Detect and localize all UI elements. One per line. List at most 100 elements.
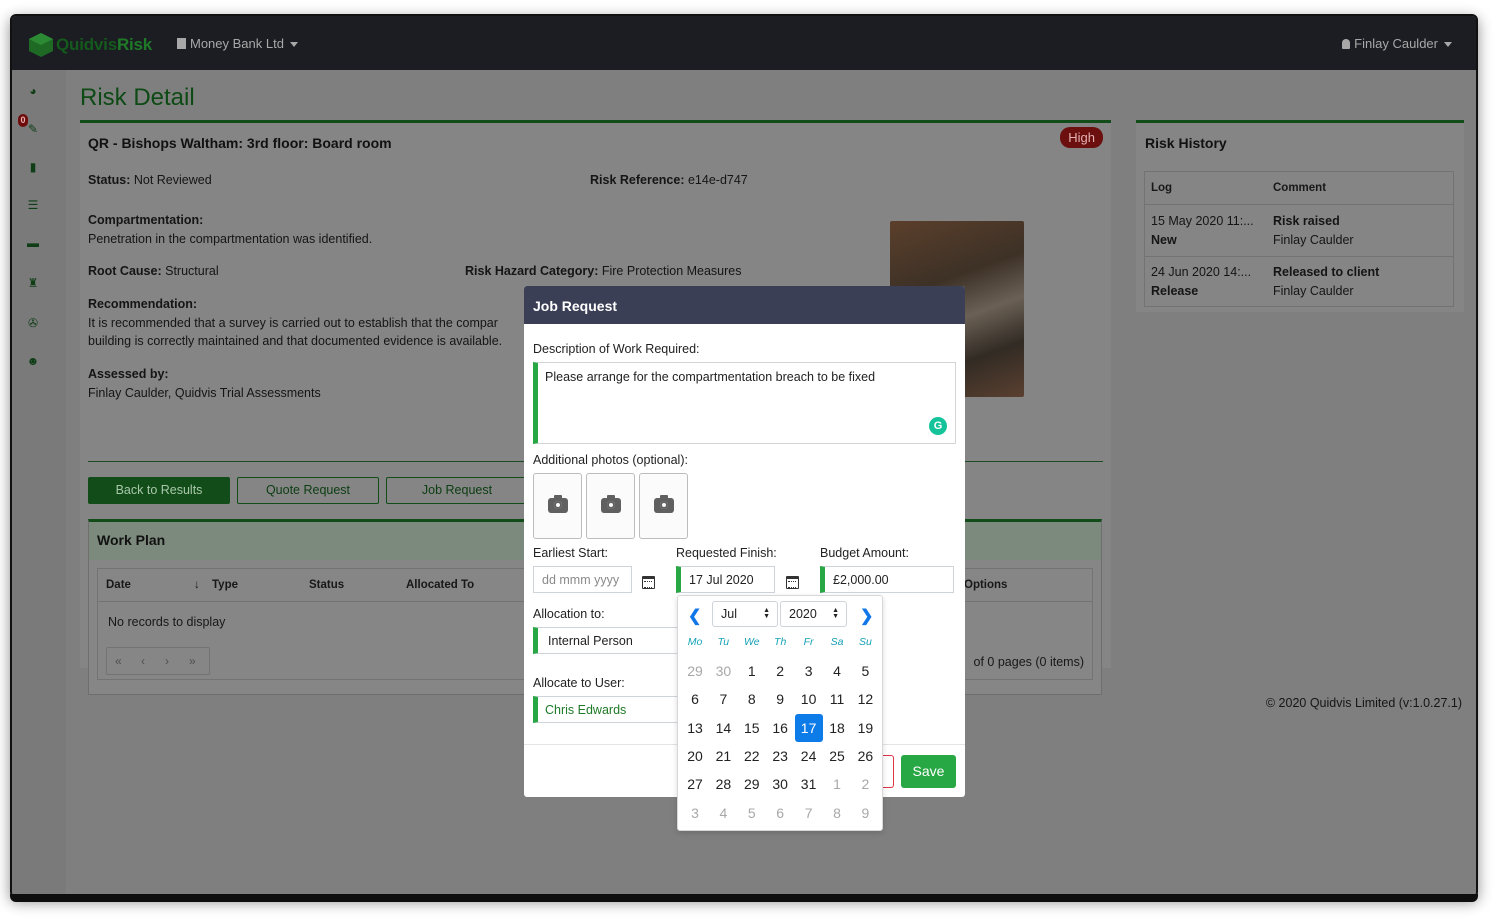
modal-title: Job Request	[533, 298, 618, 314]
copyright: © 2020 Quidvis Limited (v:1.0.27.1)	[1265, 696, 1462, 710]
calendar-day[interactable]: 1	[738, 657, 766, 685]
severity-badge: High	[1060, 127, 1103, 148]
weekday-mo: Mo	[687, 636, 703, 648]
month-select[interactable]: Jul ▲ ▼	[712, 601, 778, 627]
calendar-day[interactable]: 15	[738, 714, 766, 742]
calendar-day[interactable]: 9	[766, 685, 794, 713]
job-request-button[interactable]: Job Request	[386, 477, 528, 504]
prev-page-button[interactable]: ‹	[141, 654, 145, 668]
first-page-button[interactable]: «	[115, 654, 122, 668]
calendar-day[interactable]: 29	[738, 770, 766, 798]
column-type[interactable]: Type	[212, 579, 238, 591]
root-cause-label: Root Cause:	[88, 264, 162, 278]
calendar-day[interactable]: 6	[766, 799, 794, 827]
calendar-day[interactable]: 27	[681, 770, 709, 798]
calendar-day[interactable]: 20	[681, 742, 709, 770]
wrench-alert-icon[interactable]: ✎	[26, 122, 40, 136]
users-icon[interactable]: ☻	[26, 354, 40, 368]
selected-day[interactable]: 17	[794, 713, 823, 742]
calendar-icon[interactable]	[642, 576, 655, 589]
calendar-day[interactable]: 29	[681, 657, 709, 685]
calendar-day[interactable]: 8	[738, 685, 766, 713]
status-value: Not Reviewed	[133, 173, 212, 187]
grammarly-icon[interactable]: G	[929, 417, 947, 435]
budget-amount-input[interactable]: £2,000.00	[820, 566, 954, 593]
calendar-day[interactable]: 4	[823, 657, 851, 685]
tools-icon[interactable]: ✇	[26, 316, 40, 330]
earliest-start-input[interactable]: dd mmm yyyy	[533, 566, 632, 593]
add-photo-button-3[interactable]	[639, 473, 688, 539]
calendar-day[interactable]: 23	[766, 742, 794, 770]
next-page-button[interactable]: ›	[165, 654, 169, 668]
calendar-day[interactable]: 1	[823, 770, 851, 798]
calendar-day[interactable]: 26	[851, 742, 879, 770]
calendar-day[interactable]: 5	[738, 799, 766, 827]
calendar-day[interactable]: 11	[823, 685, 851, 713]
app-logo[interactable]: QuidvisRisk	[56, 35, 152, 55]
quote-request-button[interactable]: Quote Request	[237, 477, 379, 504]
calendar-day[interactable]: 21	[709, 742, 737, 770]
calendar-day[interactable]: 9	[851, 799, 879, 827]
risk-history-card: Risk History Log Comment 15 May 2020 11:…	[1136, 120, 1464, 312]
calendar-day[interactable]: 2	[766, 657, 794, 685]
calendar-day[interactable]: 4	[709, 799, 737, 827]
add-photo-button-1[interactable]	[533, 473, 582, 539]
save-button[interactable]: Save	[901, 755, 956, 788]
calendar-day[interactable]: 8	[823, 799, 851, 827]
calendar-day[interactable]: 13	[681, 714, 709, 742]
column-status[interactable]: Status	[309, 579, 344, 591]
calendar-day[interactable]: 2	[851, 770, 879, 798]
allocate-user-select[interactable]: Chris Edwards	[533, 696, 683, 723]
calendar-day[interactable]: 30	[709, 657, 737, 685]
weekday-su: Su	[858, 636, 872, 648]
updown-icon: ▲ ▼	[763, 607, 770, 620]
list-icon[interactable]: ☰	[26, 198, 40, 212]
year-select[interactable]: 2020 ▲ ▼	[780, 601, 847, 627]
calendar-day[interactable]: 31	[795, 770, 823, 798]
calendar-day[interactable]: 5	[851, 657, 879, 685]
page-title: Risk Detail	[80, 84, 195, 111]
calendar-day[interactable]: 12	[851, 685, 879, 713]
column-comment: Comment	[1273, 182, 1327, 194]
allocate-user-label: Allocate to User:	[533, 676, 625, 690]
column-allocated-to[interactable]: Allocated To	[406, 579, 474, 591]
briefcase-icon[interactable]: ▬	[26, 236, 40, 250]
dashboard-icon[interactable]: ◕	[26, 84, 40, 98]
calendar-day[interactable]: 19	[851, 714, 879, 742]
last-page-button[interactable]: »	[189, 654, 196, 668]
book-icon[interactable]: ▮	[26, 160, 40, 174]
fire-extinguisher-icon[interactable]: ♜	[26, 276, 40, 290]
back-to-results-button[interactable]: Back to Results	[88, 477, 230, 504]
calendar-day[interactable]: 16	[766, 714, 794, 742]
calendar-day[interactable]: 28	[709, 770, 737, 798]
calendar-day[interactable]: 3	[681, 799, 709, 827]
sort-arrow-icon[interactable]: ↓	[194, 579, 200, 591]
description-textarea[interactable]: Please arrange for the compartmentation …	[533, 362, 956, 444]
calendar-day[interactable]: 25	[823, 742, 851, 770]
calendar-day[interactable]: 6	[681, 685, 709, 713]
calendar-day[interactable]: 10	[795, 685, 823, 713]
calendar-day[interactable]: 18	[823, 714, 851, 742]
calendar-icon[interactable]	[786, 576, 799, 589]
add-photo-button-2[interactable]	[586, 473, 635, 539]
allocation-label: Allocation to:	[533, 607, 605, 621]
assessed-label: Assessed by:	[88, 367, 169, 381]
requested-finish-input[interactable]: 17 Jul 2020	[676, 566, 775, 593]
calendar-day[interactable]: 24	[795, 742, 823, 770]
description-value: Please arrange for the compartmentation …	[545, 370, 876, 384]
column-date[interactable]: Date	[106, 579, 131, 591]
history-row-1-date: 15 May 2020 11:...	[1151, 214, 1254, 228]
next-month-arrow-icon[interactable]: ❯	[860, 606, 873, 626]
calendar-day[interactable]: 3	[795, 657, 823, 685]
calendar-day[interactable]: 22	[738, 742, 766, 770]
calendar-day[interactable]: 30	[766, 770, 794, 798]
compartmentation-value: Penetration in the compartmentation was …	[88, 232, 373, 246]
allocation-select[interactable]: Internal Person	[533, 627, 683, 654]
organisation-dropdown[interactable]: Money Bank Ltd	[177, 36, 298, 51]
calendar-day[interactable]: 14	[709, 714, 737, 742]
calendar-day[interactable]: 7	[709, 685, 737, 713]
building-icon	[177, 38, 186, 49]
user-menu[interactable]: Finlay Caulder	[1342, 36, 1452, 51]
prev-month-arrow-icon[interactable]: ❮	[688, 606, 701, 626]
calendar-day[interactable]: 7	[795, 799, 823, 827]
